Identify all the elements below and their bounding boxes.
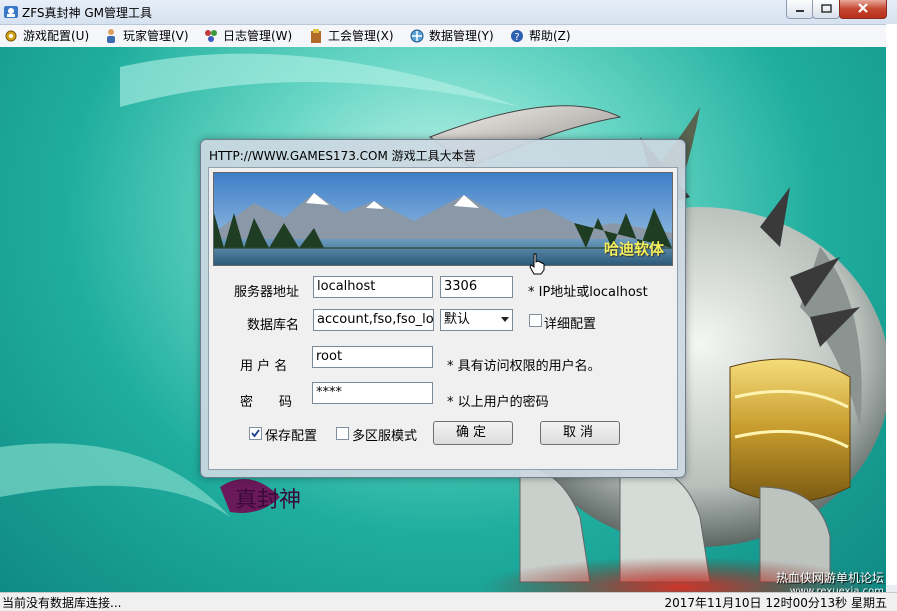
port-input[interactable]: 3306 [440, 276, 513, 298]
maximize-button[interactable] [812, 0, 840, 19]
watermark-line-1: 热血侠网游单机论坛 [775, 571, 884, 585]
close-icon [858, 3, 868, 13]
chevron-down-icon [501, 317, 509, 322]
data-icon [410, 29, 424, 43]
dialog-body: 哈迪软体 服务器地址 localhost 3306 * IP地址或localho… [208, 167, 678, 470]
menu-game-config[interactable]: 游戏配置(U) [3, 27, 89, 45]
user-label: 用 户 名 [240, 359, 288, 374]
multi-server-checkbox[interactable] [336, 427, 349, 440]
status-bar: 当前没有数据库连接... 2017年11月10日 12时00分13秒 星期五 [0, 592, 897, 610]
banner-image: 哈迪软体 [213, 172, 673, 266]
status-message: 当前没有数据库连接... [2, 596, 122, 610]
game-logo-text: 真封神 [235, 488, 301, 513]
minimize-icon [796, 10, 804, 12]
save-config-label: 保存配置 [265, 429, 318, 444]
server-input[interactable]: localhost [313, 276, 433, 298]
maximize-icon [821, 4, 832, 13]
menu-data[interactable]: 数据管理(Y) [409, 27, 499, 45]
password-input[interactable]: **** [312, 382, 433, 404]
check-icon [251, 429, 260, 438]
db-connect-dialog: HTTP://WWW.GAMES173.COM 游戏工具大本营 哈迪软体 服务器… [200, 139, 686, 478]
db-select-value: 默认 [444, 312, 471, 327]
password-label: 密 码 [240, 395, 293, 410]
app-icon [4, 6, 18, 18]
menu-player[interactable]: 玩家管理(V) [103, 27, 193, 45]
user-input[interactable]: root [312, 346, 433, 368]
minimize-button[interactable] [786, 0, 814, 19]
menu-log[interactable]: 日志管理(W) [203, 27, 295, 45]
server-hint: * IP地址或localhost [528, 285, 648, 300]
status-datetime: 2017年11月10日 12时00分13秒 星期五 [664, 596, 887, 610]
dialog-title: HTTP://WWW.GAMES173.COM 游戏工具大本营 [209, 149, 476, 163]
guild-icon [311, 29, 321, 43]
password-hint: * 以上用户的密码 [447, 395, 549, 410]
db-input[interactable]: account,fso,fso_log [313, 309, 434, 331]
user-hint: * 具有访问权限的用户名。 [447, 359, 601, 374]
player-icon [107, 29, 115, 43]
ok-button[interactable]: 确定 [433, 421, 513, 445]
log-icon [205, 30, 217, 42]
menu-guild[interactable]: 工会管理(X) [308, 27, 396, 45]
menu-bar: 游戏配置(U) 玩家管理(V) 日志管理(W) 工会管理(X) 数据管理(Y) … [0, 25, 886, 48]
right-edge [886, 24, 897, 585]
multi-server-label: 多区服模式 [352, 429, 418, 444]
close-button[interactable] [839, 0, 887, 19]
detail-checkbox[interactable] [529, 314, 542, 327]
db-label: 数据库名 [247, 318, 300, 333]
gear-icon [5, 30, 17, 42]
window-title: ZFS真封神 GM管理工具 [22, 6, 152, 20]
svg-text:?: ? [514, 32, 519, 43]
cancel-button[interactable]: 取消 [540, 421, 620, 445]
db-select[interactable]: 默认 [440, 309, 513, 331]
hand-cursor-icon [529, 253, 545, 275]
server-label: 服务器地址 [234, 285, 300, 300]
help-icon: ? [511, 30, 523, 43]
menu-help[interactable]: ? 帮助(Z) [509, 27, 575, 45]
title-bar: ZFS真封神 GM管理工具 [0, 0, 897, 25]
save-config-checkbox[interactable] [249, 427, 262, 440]
banner-brand: 哈迪软体 [603, 240, 664, 258]
detail-label: 详细配置 [544, 317, 597, 332]
